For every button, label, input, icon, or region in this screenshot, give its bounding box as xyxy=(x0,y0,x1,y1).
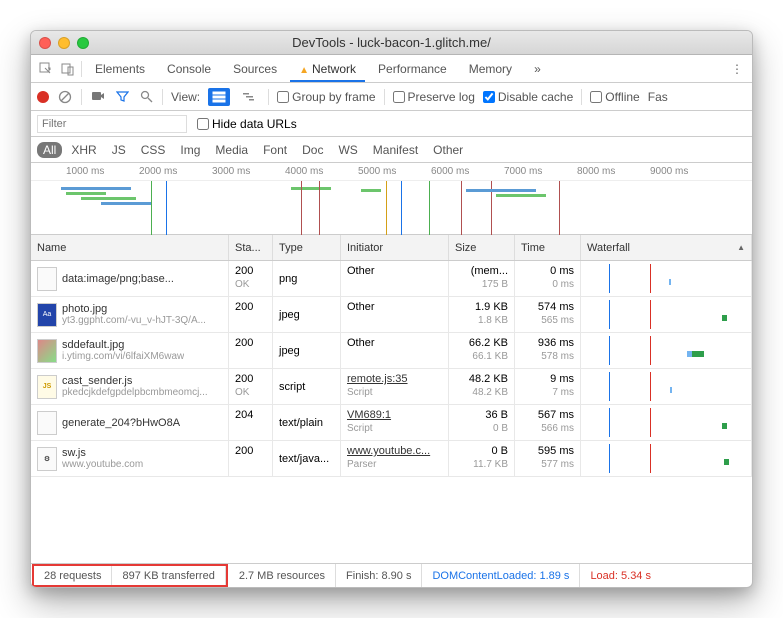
record-button[interactable] xyxy=(37,91,49,103)
time-tick: 6000 ms xyxy=(431,166,469,177)
type-filter-doc[interactable]: Doc xyxy=(296,142,329,158)
settings-icon[interactable]: ⋮ xyxy=(728,60,746,78)
col-initiator[interactable]: Initiator xyxy=(341,235,449,260)
type-filter-manifest[interactable]: Manifest xyxy=(367,142,424,158)
window-title: DevTools - luck-bacon-1.glitch.me/ xyxy=(31,35,752,50)
view-label: View: xyxy=(171,90,200,104)
table-header: Name Sta... Type Initiator Size Time Wat… xyxy=(31,235,752,261)
hide-data-urls-checkbox[interactable]: Hide data URLs xyxy=(197,117,297,131)
time-tick: 2000 ms xyxy=(139,166,177,177)
time-axis: 1000 ms 2000 ms 3000 ms 4000 ms 5000 ms 6000 … xyxy=(31,163,752,181)
type-filter-ws[interactable]: WS xyxy=(332,142,363,158)
waterfall-view-button[interactable] xyxy=(238,88,260,106)
col-type[interactable]: Type xyxy=(273,235,341,260)
finish-time: Finish: 8.90 s xyxy=(336,564,422,587)
clear-icon[interactable] xyxy=(57,89,73,105)
request-name: data:image/png;base... xyxy=(62,273,174,285)
throttling-label[interactable]: Fas xyxy=(648,90,668,104)
type-filter-js[interactable]: JS xyxy=(106,142,132,158)
tab-console[interactable]: Console xyxy=(158,55,220,82)
status-bar: 28 requests 897 KB transferred 2.7 MB re… xyxy=(31,563,752,587)
disable-cache-checkbox[interactable]: Disable cache xyxy=(483,90,573,104)
type-filter-css[interactable]: CSS xyxy=(135,142,172,158)
tab-elements[interactable]: Elements xyxy=(86,55,154,82)
device-toolbar-icon[interactable] xyxy=(59,60,77,78)
overview-body xyxy=(31,181,752,235)
type-filter-xhr[interactable]: XHR xyxy=(65,142,102,158)
offline-checkbox[interactable]: Offline xyxy=(590,90,639,104)
time-tick: 3000 ms xyxy=(212,166,250,177)
type-filter-font[interactable]: Font xyxy=(257,142,293,158)
time-tick: 1000 ms xyxy=(66,166,104,177)
dcl-time: DOMContentLoaded: 1.89 s xyxy=(422,564,580,587)
col-waterfall[interactable]: Waterfall▲ xyxy=(581,235,752,260)
inspect-element-icon[interactable] xyxy=(37,60,55,78)
titlebar: DevTools - luck-bacon-1.glitch.me/ xyxy=(31,31,752,55)
timeline-overview[interactable]: 1000 ms 2000 ms 3000 ms 4000 ms 5000 ms 6000 … xyxy=(31,163,752,235)
panel-tabs: Elements Console Sources ▲Network Perfor… xyxy=(31,55,752,83)
request-name: cast_sender.js xyxy=(62,375,208,387)
time-tick: 9000 ms xyxy=(650,166,688,177)
minimize-window-button[interactable] xyxy=(58,37,70,49)
network-toolbar: View: Group by frame Preserve log Disabl… xyxy=(31,83,752,111)
camera-icon[interactable] xyxy=(90,89,106,105)
time-tick: 4000 ms xyxy=(285,166,323,177)
warning-icon: ▲ xyxy=(299,65,309,76)
type-filter-media[interactable]: Media xyxy=(209,142,254,158)
transferred-size: 897 KB transferred xyxy=(112,566,225,585)
tab-more[interactable]: » xyxy=(525,55,550,82)
close-window-button[interactable] xyxy=(39,37,51,49)
time-tick: 5000 ms xyxy=(358,166,396,177)
type-filters: AllXHRJSCSSImgMediaFontDocWSManifestOthe… xyxy=(31,137,752,163)
load-time: Load: 5.34 s xyxy=(580,564,661,587)
time-tick: 8000 ms xyxy=(577,166,615,177)
col-name[interactable]: Name xyxy=(31,235,229,260)
tab-network[interactable]: ▲Network xyxy=(290,55,365,82)
type-filter-img[interactable]: Img xyxy=(174,142,206,158)
table-row[interactable]: generate_204?bHwO8A204text/plainVM689:1S… xyxy=(31,405,752,441)
table-row[interactable]: JScast_sender.jspkedcjkdefgpdelpbcmbmeom… xyxy=(31,369,752,405)
requests-table: Name Sta... Type Initiator Size Time Wat… xyxy=(31,235,752,563)
type-filter-all[interactable]: All xyxy=(37,142,62,158)
type-filter-other[interactable]: Other xyxy=(427,142,469,158)
requests-count: 28 requests xyxy=(34,566,112,585)
group-by-frame-checkbox[interactable]: Group by frame xyxy=(277,90,375,104)
col-size[interactable]: Size xyxy=(449,235,515,260)
filter-input[interactable] xyxy=(37,115,187,133)
request-name: generate_204?bHwO8A xyxy=(62,417,180,429)
request-name: photo.jpg xyxy=(62,303,206,315)
time-tick: 7000 ms xyxy=(504,166,542,177)
request-name: sddefault.jpg xyxy=(62,339,184,351)
search-icon[interactable] xyxy=(138,89,154,105)
tab-performance[interactable]: Performance xyxy=(369,55,456,82)
tab-sources[interactable]: Sources xyxy=(224,55,286,82)
table-row[interactable]: Aaphoto.jpgyt3.ggpht.com/-vu_v-hJT-3Q/A.… xyxy=(31,297,752,333)
maximize-window-button[interactable] xyxy=(77,37,89,49)
table-row[interactable]: data:image/png;base...200OKpngOther(mem.… xyxy=(31,261,752,297)
table-row[interactable]: sddefault.jpgi.ytimg.com/vi/6lfaiXM6waw2… xyxy=(31,333,752,369)
resources-size: 2.7 MB resources xyxy=(229,564,336,587)
large-rows-button[interactable] xyxy=(208,88,230,106)
request-name: sw.js xyxy=(62,447,143,459)
col-time[interactable]: Time xyxy=(515,235,581,260)
preserve-log-checkbox[interactable]: Preserve log xyxy=(393,90,475,104)
filter-icon[interactable] xyxy=(114,89,130,105)
col-status[interactable]: Sta... xyxy=(229,235,273,260)
sort-indicator-icon: ▲ xyxy=(737,243,745,252)
tab-memory[interactable]: Memory xyxy=(460,55,521,82)
filter-row: Hide data URLs xyxy=(31,111,752,137)
table-row[interactable]: ⚙sw.jswww.youtube.com200text/java...www.… xyxy=(31,441,752,477)
